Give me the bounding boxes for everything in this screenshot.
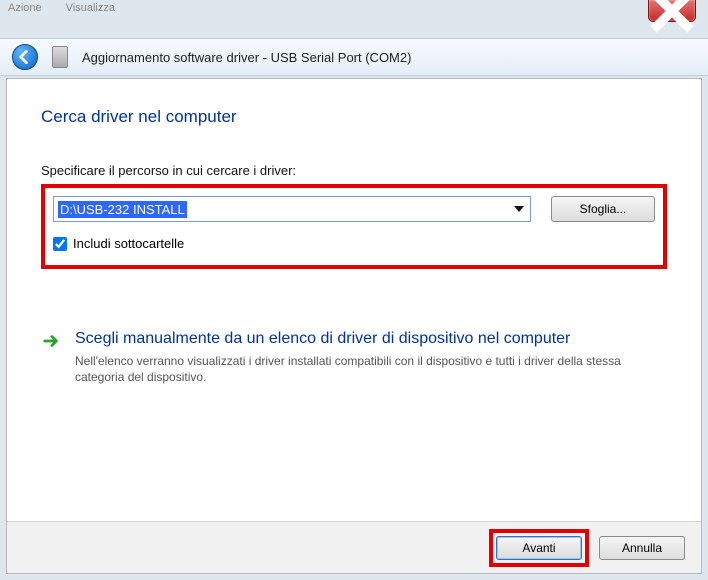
path-section-highlight: D:\USB-232 INSTALL Sfoglia... Includi so… (41, 184, 667, 269)
option-title: Scegli manualmente da un elenco di drive… (75, 329, 667, 349)
chevron-down-icon (514, 206, 524, 212)
titlebar (0, 0, 708, 30)
dialog-footer: Avanti Annulla (7, 521, 701, 573)
back-button[interactable] (12, 44, 38, 70)
content-area: Cerca driver nel computer Specificare il… (7, 79, 701, 521)
path-row: D:\USB-232 INSTALL Sfoglia... (53, 196, 655, 222)
browse-button[interactable]: Sfoglia... (551, 196, 655, 222)
arrow-right-icon (41, 329, 61, 350)
arrow-left-icon (18, 50, 32, 64)
wizard-header: Aggiornamento software driver - USB Seri… (0, 38, 708, 76)
cancel-button[interactable]: Annulla (599, 536, 685, 560)
dialog-body: Cerca driver nel computer Specificare il… (6, 78, 702, 574)
path-value: D:\USB-232 INSTALL (58, 201, 187, 218)
path-label: Specificare il percorso in cui cercare i… (41, 163, 667, 178)
page-heading: Cerca driver nel computer (41, 107, 667, 127)
include-subfolders-label: Includi sottocartelle (73, 236, 184, 251)
option-subtitle: Nell'elenco verranno visualizzati i driv… (75, 353, 667, 385)
next-button-highlight: Avanti (489, 529, 589, 567)
include-subfolders-row[interactable]: Includi sottocartelle (53, 236, 655, 251)
path-combobox[interactable]: D:\USB-232 INSTALL (53, 196, 531, 222)
next-button[interactable]: Avanti (496, 536, 582, 560)
include-subfolders-checkbox[interactable] (53, 237, 67, 251)
pick-from-list-option[interactable]: Scegli manualmente da un elenco di drive… (41, 329, 667, 385)
device-icon (52, 46, 68, 68)
wizard-title: Aggiornamento software driver - USB Seri… (82, 50, 411, 65)
close-icon (649, 0, 695, 34)
option-text: Scegli manualmente da un elenco di drive… (75, 329, 667, 385)
close-button[interactable] (648, 0, 696, 22)
